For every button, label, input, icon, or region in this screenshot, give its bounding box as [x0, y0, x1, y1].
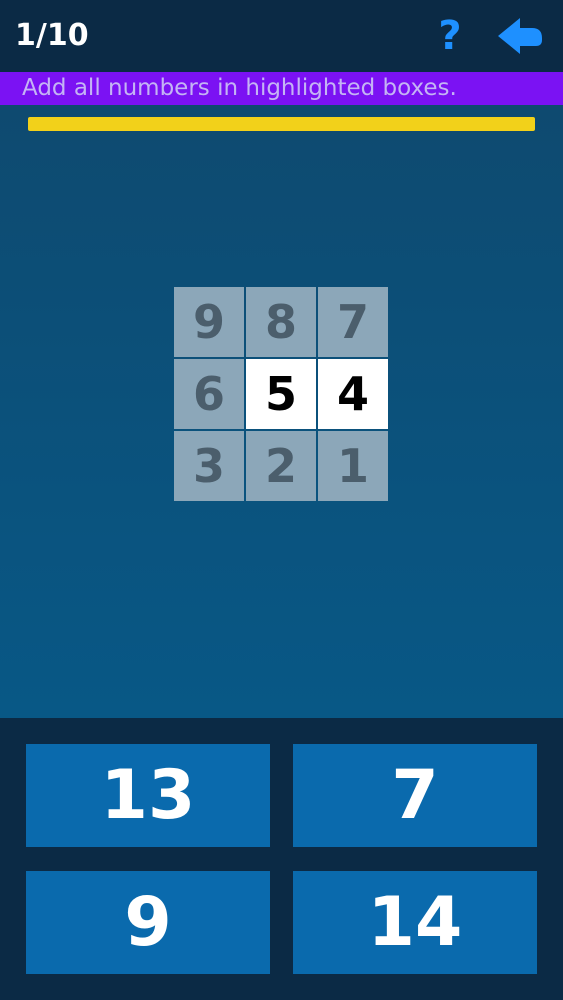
play-area: 9 8 7 6 5 4 3 2 1 — [0, 105, 563, 718]
top-bar: 1/10 ? — [0, 0, 563, 72]
arrow-left-icon — [498, 18, 542, 54]
grid-cell: 4 — [318, 359, 388, 429]
back-button[interactable] — [496, 16, 546, 56]
timer-bar — [28, 117, 535, 131]
grid-cell: 6 — [174, 359, 244, 429]
grid-cell: 9 — [174, 287, 244, 357]
timer-bar-fill — [28, 117, 535, 131]
grid-cell: 8 — [246, 287, 316, 357]
question-progress: 1/10 — [15, 18, 89, 53]
answer-panel: 13 7 9 14 — [0, 718, 563, 1000]
number-grid: 9 8 7 6 5 4 3 2 1 — [174, 287, 390, 503]
answer-button[interactable]: 7 — [293, 744, 537, 847]
answer-button[interactable]: 14 — [293, 871, 537, 974]
grid-cell: 1 — [318, 431, 388, 501]
instruction-bar: Add all numbers in highlighted boxes. — [0, 72, 563, 105]
grid-cell: 3 — [174, 431, 244, 501]
grid-cell: 7 — [318, 287, 388, 357]
grid-cell: 5 — [246, 359, 316, 429]
help-button[interactable]: ? — [430, 12, 470, 60]
instruction-text: Add all numbers in highlighted boxes. — [22, 75, 457, 101]
answer-button[interactable]: 13 — [26, 744, 270, 847]
grid-cell: 2 — [246, 431, 316, 501]
answer-button[interactable]: 9 — [26, 871, 270, 974]
